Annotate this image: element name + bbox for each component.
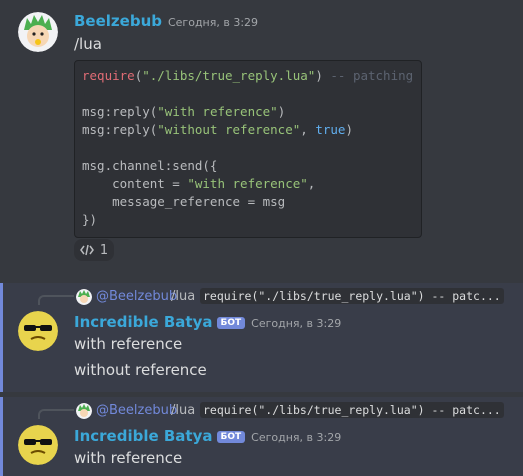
code-token: content = bbox=[82, 176, 188, 191]
code-token: , bbox=[307, 176, 316, 191]
reply-mention[interactable]: @Beelzebub bbox=[96, 403, 177, 418]
reaction-button[interactable]: 1 bbox=[74, 239, 114, 261]
code-token: true bbox=[315, 122, 346, 137]
code-token: msg:reply( bbox=[82, 104, 158, 119]
timestamp: Сегодня, в 3:29 bbox=[251, 317, 342, 330]
batya-avatar-icon bbox=[18, 311, 58, 351]
beelzebub-avatar-icon bbox=[18, 12, 58, 52]
timestamp: Сегодня, в 3:29 bbox=[251, 431, 342, 444]
reaction-count: 1 bbox=[99, 242, 109, 258]
code-line: }) bbox=[82, 212, 98, 227]
author-name[interactable]: Incredible Batya bbox=[74, 427, 213, 445]
code-token: "with reference" bbox=[187, 176, 308, 191]
highlight-bar bbox=[0, 397, 3, 476]
code-line: message_reference = msg bbox=[82, 194, 286, 209]
reply-cmd[interactable]: /lua bbox=[171, 403, 195, 418]
reply-snippet[interactable]: require("./libs/true_reply.lua") -- patc… bbox=[200, 288, 504, 304]
avatar[interactable] bbox=[18, 12, 58, 52]
code-token: msg:reply( bbox=[82, 122, 158, 137]
code-comment: -- patching bbox=[330, 68, 414, 83]
reply-message-1: @Beelzebub /lua require("./libs/true_rep… bbox=[0, 283, 523, 392]
avatar[interactable] bbox=[18, 425, 58, 465]
bot-badge: БОТ bbox=[216, 431, 246, 443]
reply-cmd[interactable]: /lua bbox=[171, 289, 195, 304]
code-icon bbox=[79, 244, 94, 256]
message-content: with reference bbox=[74, 449, 183, 467]
message-beelzebub: Beelzebub Сегодня, в 3:29 /lua require(".… bbox=[0, 0, 523, 270]
avatar[interactable] bbox=[18, 311, 58, 351]
reply-avatar bbox=[76, 403, 92, 419]
beelzebub-avatar-icon bbox=[76, 289, 92, 305]
code-token: "./libs/true_reply.lua" bbox=[142, 68, 316, 83]
reply-avatar bbox=[76, 289, 92, 305]
code-line: msg.channel:send({ bbox=[82, 158, 218, 173]
message-content: /lua bbox=[74, 35, 102, 53]
beelzebub-avatar-icon bbox=[76, 403, 92, 419]
code-token: ) bbox=[315, 68, 323, 83]
message-content: without reference bbox=[74, 361, 207, 379]
code-token: "with reference" bbox=[157, 104, 278, 119]
batya-avatar-icon bbox=[18, 425, 58, 465]
author-name[interactable]: Beelzebub bbox=[74, 12, 162, 30]
code-token: ) bbox=[277, 104, 286, 119]
reply-spine bbox=[38, 409, 74, 419]
code-token: , bbox=[300, 122, 316, 137]
message-content: with reference bbox=[74, 335, 183, 353]
author-name[interactable]: Incredible Batya bbox=[74, 313, 213, 331]
code-token: ) bbox=[345, 122, 353, 137]
reply-snippet[interactable]: require("./libs/true_reply.lua") -- patc… bbox=[200, 402, 504, 418]
bot-badge: БОТ bbox=[216, 317, 246, 329]
reply-spine bbox=[38, 295, 74, 305]
reply-mention[interactable]: @Beelzebub bbox=[96, 289, 177, 304]
highlight-bar bbox=[0, 283, 3, 392]
code-token: "without reference" bbox=[157, 122, 301, 137]
code-token: require bbox=[82, 68, 135, 83]
timestamp: Сегодня, в 3:29 bbox=[167, 16, 259, 29]
reply-message-2: @Beelzebub /lua require("./libs/true_rep… bbox=[0, 397, 523, 476]
code-block: require("./libs/true_reply.lua") -- patc… bbox=[74, 60, 422, 238]
